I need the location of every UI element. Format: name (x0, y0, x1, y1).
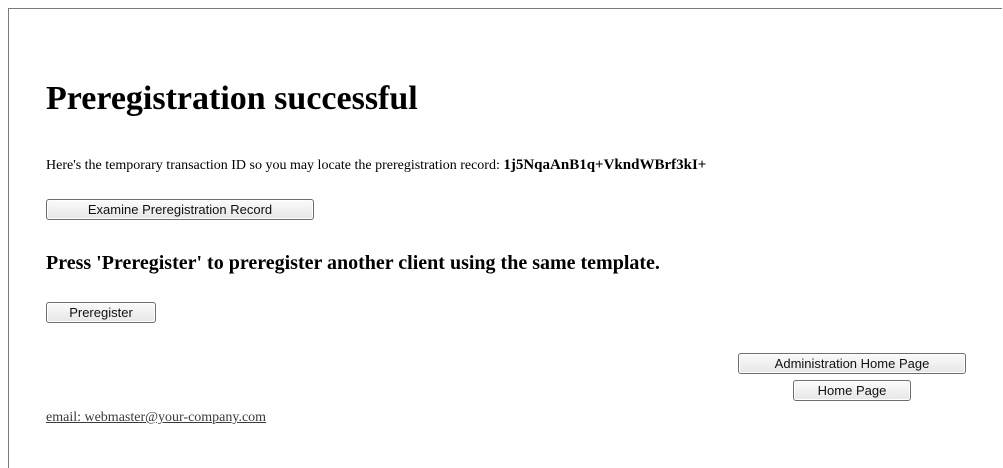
preregister-instructions: Press 'Preregister' to preregister anoth… (46, 252, 660, 274)
transaction-message: Here's the temporary transaction ID so y… (46, 156, 706, 175)
home-page-button[interactable]: Home Page (793, 380, 911, 401)
webmaster-email-link[interactable]: email: webmaster@your-company.com (46, 409, 266, 427)
page-title: Preregistration successful (46, 80, 418, 117)
transaction-id: 1j5NqaAnB1q+VkndWBrf3kI+ (503, 157, 707, 173)
transaction-text: Here's the temporary transaction ID so y… (46, 158, 504, 173)
administration-home-page-button[interactable]: Administration Home Page (738, 353, 966, 374)
preregister-button[interactable]: Preregister (46, 302, 156, 323)
examine-preregistration-record-button[interactable]: Examine Preregistration Record (46, 199, 314, 220)
page-frame: Preregistration successful Here's the te… (8, 8, 1002, 468)
